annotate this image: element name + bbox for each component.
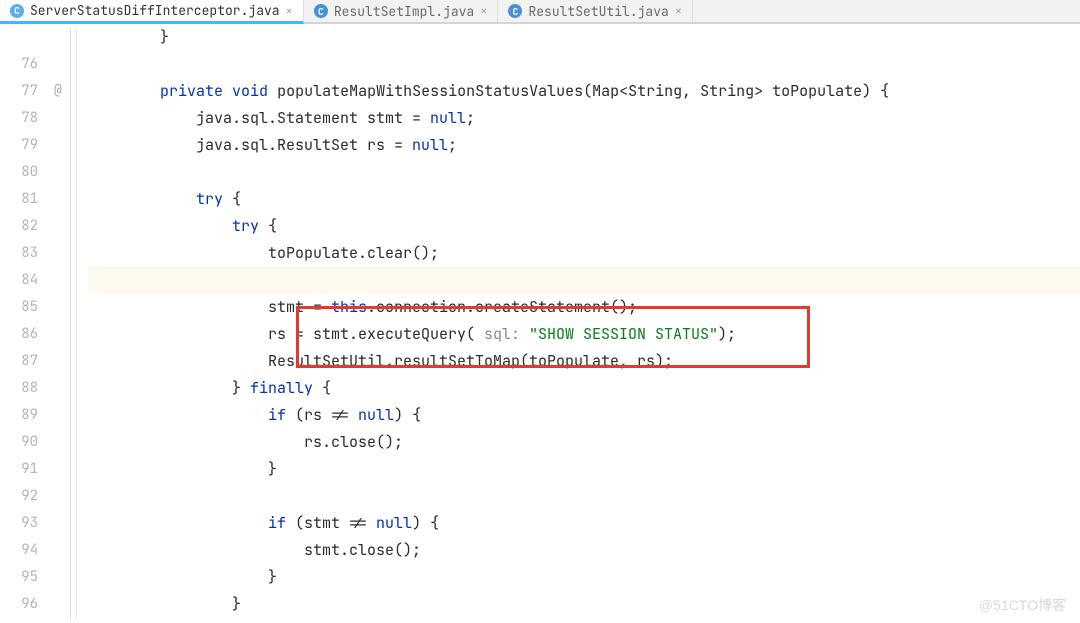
line-number bbox=[0, 24, 38, 51]
code-line[interactable]: java.sql.Statement stmt = null; bbox=[88, 105, 1080, 132]
code-line[interactable]: stmt.close(); bbox=[88, 537, 1080, 564]
code-line[interactable]: if (rs != null) { bbox=[88, 402, 1080, 429]
code-line[interactable] bbox=[88, 159, 1080, 186]
code-line[interactable]: if (stmt != null) { bbox=[88, 510, 1080, 537]
code-line[interactable]: rs = stmt.executeQuery( sql: "SHOW SESSI… bbox=[88, 321, 1080, 348]
line-number: 96 bbox=[0, 591, 38, 618]
code-line[interactable]: toPopulate.clear(); bbox=[88, 240, 1080, 267]
line-number: 91 bbox=[0, 456, 38, 483]
java-class-icon: C bbox=[10, 4, 24, 18]
tab-result-set-util[interactable]: C ResultSetUtil.java × bbox=[498, 0, 693, 22]
tab-result-set-impl[interactable]: C ResultSetImpl.java × bbox=[304, 0, 499, 22]
gutter-marks: @ bbox=[48, 24, 82, 623]
code-line[interactable] bbox=[88, 483, 1080, 510]
code-line[interactable]: stmt = this.connection.createStatement()… bbox=[88, 294, 1080, 321]
line-number: 90 bbox=[0, 429, 38, 456]
java-class-icon: C bbox=[314, 4, 328, 18]
line-number: 95 bbox=[0, 564, 38, 591]
line-number: 92 bbox=[0, 483, 38, 510]
editor-tabs: C ServerStatusDiffInterceptor.java × C R… bbox=[0, 0, 1080, 24]
code-line[interactable]: } bbox=[88, 591, 1080, 618]
line-number: 76 bbox=[0, 51, 38, 78]
code-line[interactable]: ResultSetUtil.resultSetToMap(toPopulate,… bbox=[88, 348, 1080, 375]
close-icon[interactable]: × bbox=[286, 3, 293, 19]
watermark: @51CTO博客 bbox=[979, 595, 1066, 615]
line-number: 77 bbox=[0, 78, 38, 105]
gutter-line-numbers: 76 77 78 79 80 81 82 83 84 85 86 87 88 8… bbox=[0, 24, 48, 623]
fold-guide bbox=[70, 28, 71, 619]
code-line[interactable]: java.sql.ResultSet rs = null; bbox=[88, 132, 1080, 159]
code-area[interactable]: } private void populateMapWithSessionSta… bbox=[82, 24, 1080, 623]
code-line[interactable]: rs.close(); bbox=[88, 429, 1080, 456]
override-annotation-icon: @ bbox=[54, 81, 62, 98]
line-number: 89 bbox=[0, 402, 38, 429]
code-line[interactable]: private void populateMapWithSessionStatu… bbox=[88, 78, 1080, 105]
line-number: 79 bbox=[0, 132, 38, 159]
code-line[interactable]: } bbox=[88, 564, 1080, 591]
line-number: 84 bbox=[0, 267, 38, 294]
tab-server-status-diff-interceptor[interactable]: C ServerStatusDiffInterceptor.java × bbox=[0, 0, 304, 24]
tab-label: ServerStatusDiffInterceptor.java bbox=[30, 2, 280, 19]
code-line[interactable]: try { bbox=[88, 213, 1080, 240]
tab-label: ResultSetUtil.java bbox=[528, 3, 668, 20]
code-line[interactable]: } finally { bbox=[88, 375, 1080, 402]
code-line[interactable]: } bbox=[88, 456, 1080, 483]
java-class-icon: C bbox=[508, 4, 522, 18]
code-line[interactable]: try { bbox=[88, 186, 1080, 213]
code-editor[interactable]: 76 77 78 79 80 81 82 83 84 85 86 87 88 8… bbox=[0, 24, 1080, 623]
code-line-caret[interactable] bbox=[88, 267, 1080, 294]
fold-guide bbox=[76, 28, 77, 619]
tab-label: ResultSetImpl.java bbox=[334, 3, 474, 20]
line-number: 86 bbox=[0, 321, 38, 348]
line-number: 94 bbox=[0, 537, 38, 564]
close-icon[interactable]: × bbox=[480, 3, 487, 19]
line-number: 85 bbox=[0, 294, 38, 321]
line-number: 82 bbox=[0, 213, 38, 240]
line-number: 83 bbox=[0, 240, 38, 267]
line-number: 93 bbox=[0, 510, 38, 537]
line-number: 81 bbox=[0, 186, 38, 213]
line-number: 80 bbox=[0, 159, 38, 186]
close-icon[interactable]: × bbox=[675, 3, 682, 19]
code-line[interactable] bbox=[88, 51, 1080, 78]
line-number: 88 bbox=[0, 375, 38, 402]
code-line[interactable]: } bbox=[88, 24, 1080, 51]
line-number: 87 bbox=[0, 348, 38, 375]
line-number: 78 bbox=[0, 105, 38, 132]
